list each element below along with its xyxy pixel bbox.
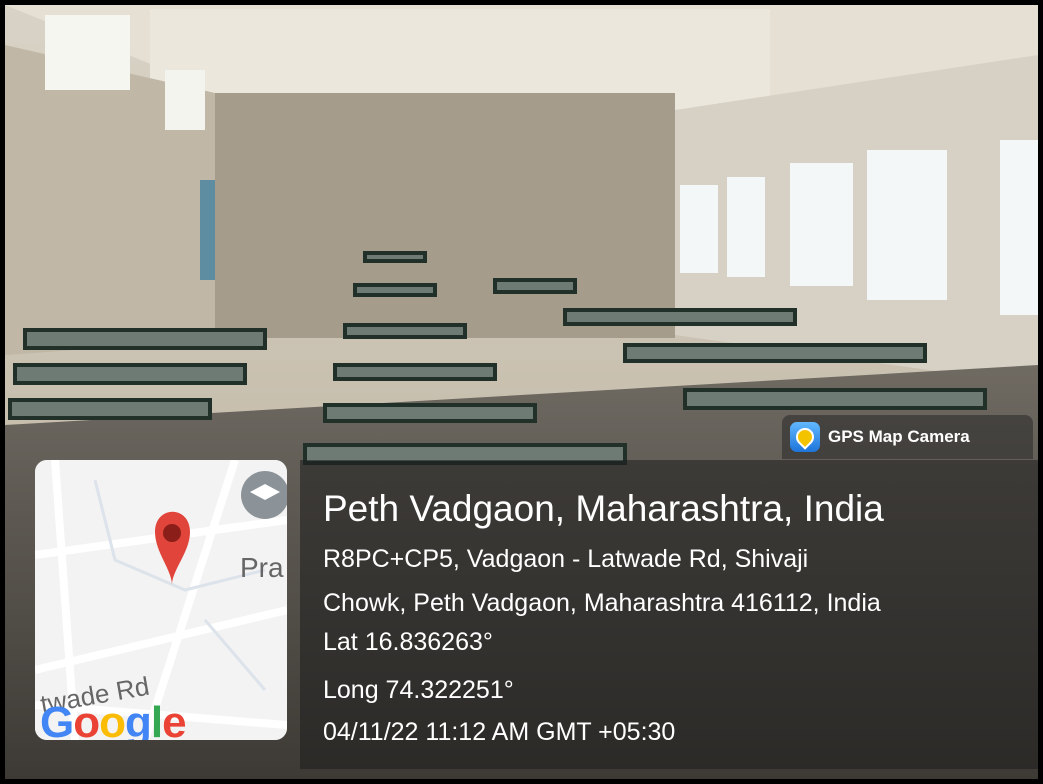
place-label: Pra — [240, 552, 284, 583]
location-address: R8PC+CP5, Vadgaon - Latwade Rd, Shivaji … — [323, 537, 1023, 625]
latitude: Lat 16.836263° — [323, 628, 493, 656]
location-title: Peth Vadgaon, Maharashtra, India — [323, 488, 884, 529]
gps-map-camera-badge: GPS Map Camera — [782, 415, 1033, 459]
longitude: Long 74.322251° — [323, 676, 514, 704]
door — [200, 180, 215, 280]
photo-frame: GPS Map Camera Peth Vadgaon, Maharashtra… — [0, 0, 1043, 784]
map-thumbnail: Pra twade Rd Google — [35, 460, 287, 740]
map-camera-icon — [790, 422, 820, 452]
app-name: GPS Map Camera — [828, 427, 970, 446]
address-line-1: R8PC+CP5, Vadgaon - Latwade Rd, Shivaji — [323, 545, 809, 573]
timestamp: 04/11/22 11:12 AM GMT +05:30 — [323, 718, 676, 746]
back-wall — [215, 93, 675, 338]
classroom-photo: GPS Map Camera Peth Vadgaon, Maharashtra… — [5, 5, 1038, 779]
google-logo: Google — [40, 698, 187, 740]
address-line-2: Chowk, Peth Vadgaon, Maharashtra 416112,… — [323, 589, 881, 617]
